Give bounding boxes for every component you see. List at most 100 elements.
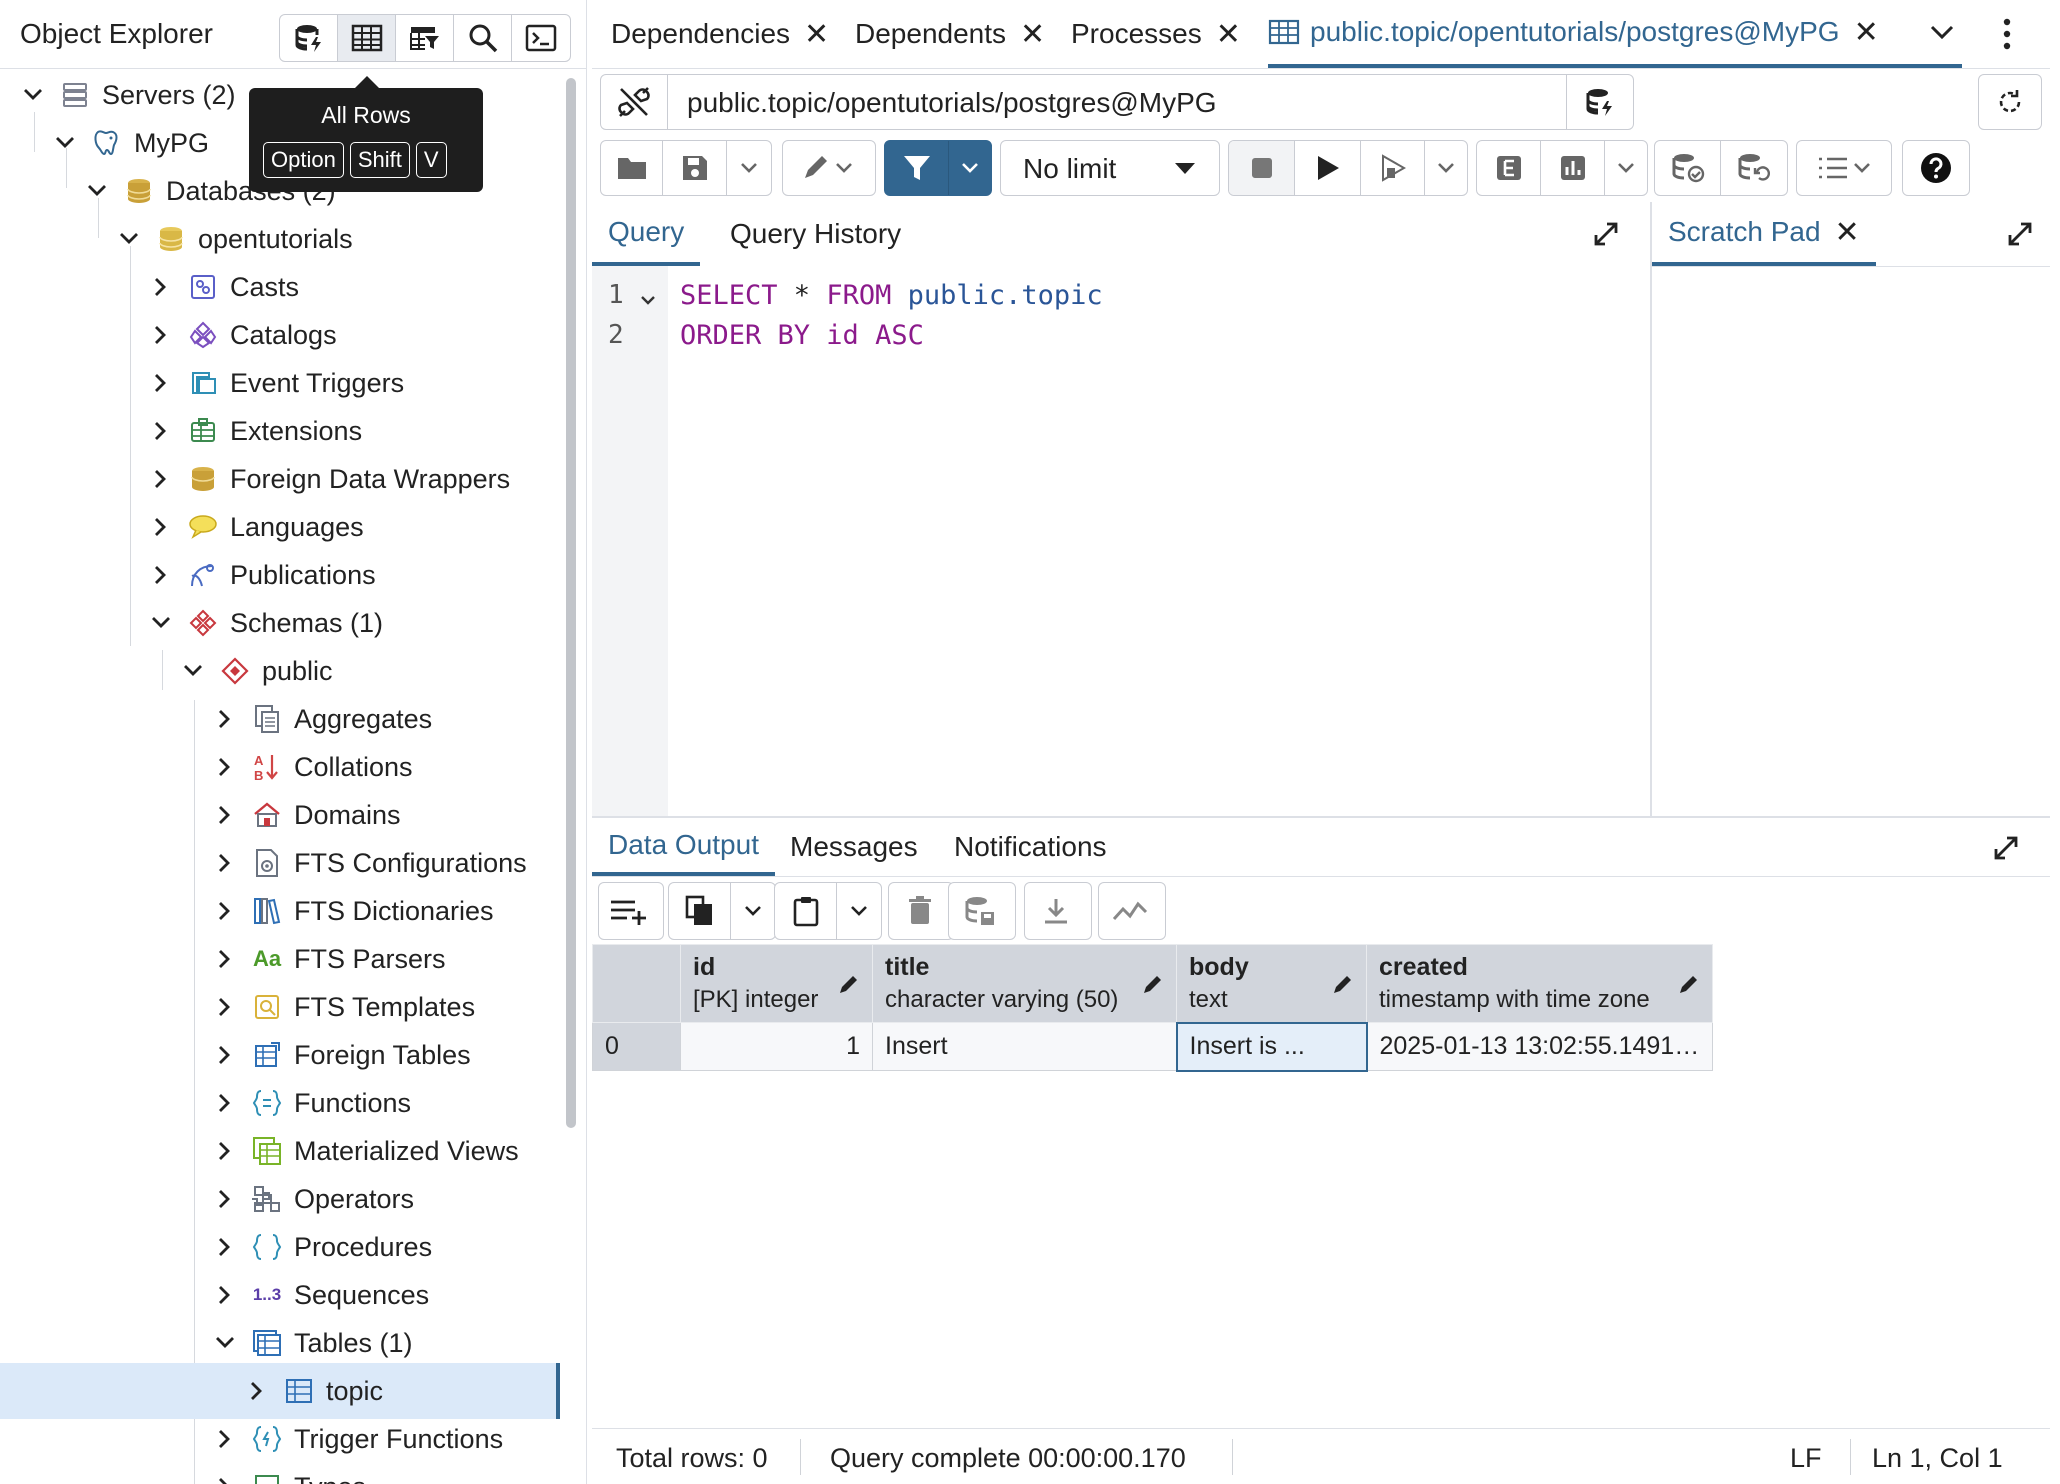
filter-options-dropdown[interactable] (949, 141, 991, 195)
tab-dependencies[interactable]: Dependencies ✕ (611, 0, 829, 68)
sql-editor[interactable]: 1 2 SELECT * FROM public.topic ORDER BY … (592, 266, 1650, 816)
copy-button[interactable] (669, 883, 731, 939)
download-button[interactable] (1025, 883, 1087, 939)
fold-chevron-icon[interactable] (640, 292, 656, 310)
chevron-right-icon[interactable] (212, 1426, 238, 1452)
tree-node-fts-configurations[interactable]: FTS Configurations (212, 840, 527, 886)
chevron-right-icon[interactable] (148, 418, 174, 444)
cell-created[interactable]: 2025-01-13 13:02:55.1491… (1366, 1022, 1713, 1071)
close-icon[interactable]: ✕ (804, 17, 829, 52)
view-all-rows-button[interactable] (338, 15, 396, 61)
tree-node-mypg[interactable]: MyPG (52, 120, 209, 166)
tab-query-tool[interactable]: public.topic/opentutorials/postgres@MyPG… (1268, 0, 1962, 68)
tree-node-procedures[interactable]: Procedures (212, 1224, 432, 1270)
tree-node-fts-templates[interactable]: FTS Templates (212, 984, 475, 1030)
help-button[interactable] (1903, 141, 1969, 195)
chevron-right-icon[interactable] (148, 274, 174, 300)
tree-node-operators[interactable]: Operators (212, 1176, 414, 1222)
chevron-down-icon[interactable] (116, 226, 142, 252)
tree-node-schemas[interactable]: Schemas (1) (148, 600, 383, 646)
tab-query[interactable]: Query (592, 202, 701, 266)
paste-button[interactable] (775, 883, 837, 939)
tree-node-languages[interactable]: Languages (148, 504, 364, 550)
chevron-right-icon[interactable] (212, 850, 238, 876)
tree-node-materialized-views[interactable]: Materialized Views (212, 1128, 519, 1174)
chevron-right-icon[interactable] (212, 706, 238, 732)
save-data-button[interactable] (949, 883, 1011, 939)
cell-body-selected[interactable]: Insert is ... (1175, 1021, 1368, 1072)
filtered-rows-button[interactable] (396, 15, 454, 61)
execute-button[interactable] (1295, 141, 1361, 195)
cell-title[interactable]: Insert (872, 1022, 1177, 1071)
commit-button[interactable] (1655, 141, 1721, 195)
tree-scrollbar[interactable] (566, 78, 576, 1128)
query-tool-button[interactable] (280, 15, 338, 61)
tab-data-output[interactable]: Data Output (592, 818, 775, 876)
chevron-right-icon[interactable] (148, 514, 174, 540)
filter-button[interactable] (885, 141, 949, 195)
chevron-right-icon[interactable] (212, 1042, 238, 1068)
connection-db-button[interactable] (1566, 75, 1633, 129)
cell-id[interactable]: 1 (680, 1022, 873, 1071)
tree-node-sequences[interactable]: 1..3 Sequences (212, 1272, 429, 1318)
tree-node-fts-parsers[interactable]: Aa FTS Parsers (212, 936, 446, 982)
column-header-id[interactable]: id [PK] integer (680, 944, 873, 1023)
chevron-down-icon[interactable] (180, 658, 206, 684)
explain-options-dropdown[interactable] (1605, 141, 1647, 195)
save-file-button[interactable] (663, 141, 727, 195)
chevron-right-icon[interactable] (212, 1282, 238, 1308)
column-header-created[interactable]: created timestamp with time zone (1366, 944, 1713, 1023)
pencil-icon[interactable] (1142, 973, 1164, 1002)
save-options-dropdown[interactable] (727, 141, 771, 195)
chevron-down-icon[interactable] (148, 610, 174, 636)
paste-options-dropdown[interactable] (837, 883, 881, 939)
stop-button[interactable] (1229, 141, 1295, 195)
tab-messages[interactable]: Messages (774, 818, 934, 876)
execute-options-dropdown[interactable] (1425, 141, 1467, 195)
chevron-right-icon[interactable] (148, 370, 174, 396)
close-icon[interactable]: ✕ (1216, 17, 1241, 52)
open-file-button[interactable] (601, 141, 663, 195)
pencil-icon[interactable] (1678, 973, 1700, 1002)
tree-node-fts-dictionaries[interactable]: FTS Dictionaries (212, 888, 494, 934)
copy-options-dropdown[interactable] (731, 883, 775, 939)
tree-node-fdw[interactable]: Foreign Data Wrappers (148, 456, 510, 502)
tab-processes[interactable]: Processes ✕ (1071, 0, 1241, 68)
chevron-right-icon[interactable] (212, 1474, 238, 1484)
chevron-right-icon[interactable] (148, 322, 174, 348)
editor-scratch-divider[interactable] (1650, 202, 1652, 816)
tree-node-catalogs[interactable]: Catalogs (148, 312, 337, 358)
tab-scratch-pad[interactable]: Scratch Pad ✕ (1652, 202, 1876, 266)
tree-node-publications[interactable]: Publications (148, 552, 376, 598)
new-connection-button[interactable] (1978, 74, 2042, 130)
chevron-right-icon[interactable] (212, 946, 238, 972)
tree-node-aggregates[interactable]: Aggregates (212, 696, 432, 742)
tree-node-collations[interactable]: AB Collations (212, 744, 413, 790)
connection-status-button[interactable] (601, 75, 668, 129)
tree-node-tables[interactable]: Tables (1) (212, 1320, 413, 1366)
explain-analyze-button[interactable] (1541, 141, 1605, 195)
tree-node-extensions[interactable]: Extensions (148, 408, 362, 454)
close-icon[interactable]: ✕ (1854, 15, 1879, 50)
tab-query-history[interactable]: Query History (714, 202, 917, 266)
chevron-right-icon[interactable] (212, 994, 238, 1020)
tree-node-functions[interactable]: Functions (212, 1080, 411, 1126)
close-icon[interactable]: ✕ (1835, 215, 1860, 250)
chevron-right-icon[interactable] (212, 802, 238, 828)
tree-node-servers[interactable]: Servers (2) (20, 72, 236, 118)
chevron-right-icon[interactable] (212, 1186, 238, 1212)
maximize-output-button[interactable] (1992, 834, 2020, 867)
tree-node-opentutorials[interactable]: opentutorials (116, 216, 353, 262)
tabs-overflow-chevron[interactable] (1930, 24, 1954, 45)
pencil-icon[interactable] (1332, 973, 1354, 1002)
delete-row-button[interactable] (889, 883, 951, 939)
column-header-body[interactable]: body text (1176, 944, 1367, 1023)
chevron-right-icon[interactable] (212, 754, 238, 780)
tree-node-public[interactable]: public (180, 648, 333, 694)
explain-button[interactable] (1477, 141, 1541, 195)
chevron-down-icon[interactable] (84, 178, 110, 204)
chevron-right-icon[interactable] (212, 1138, 238, 1164)
tree-node-foreign-tables[interactable]: Foreign Tables (212, 1032, 471, 1078)
execute-script-button[interactable] (1361, 141, 1425, 195)
rollback-button[interactable] (1721, 141, 1787, 195)
